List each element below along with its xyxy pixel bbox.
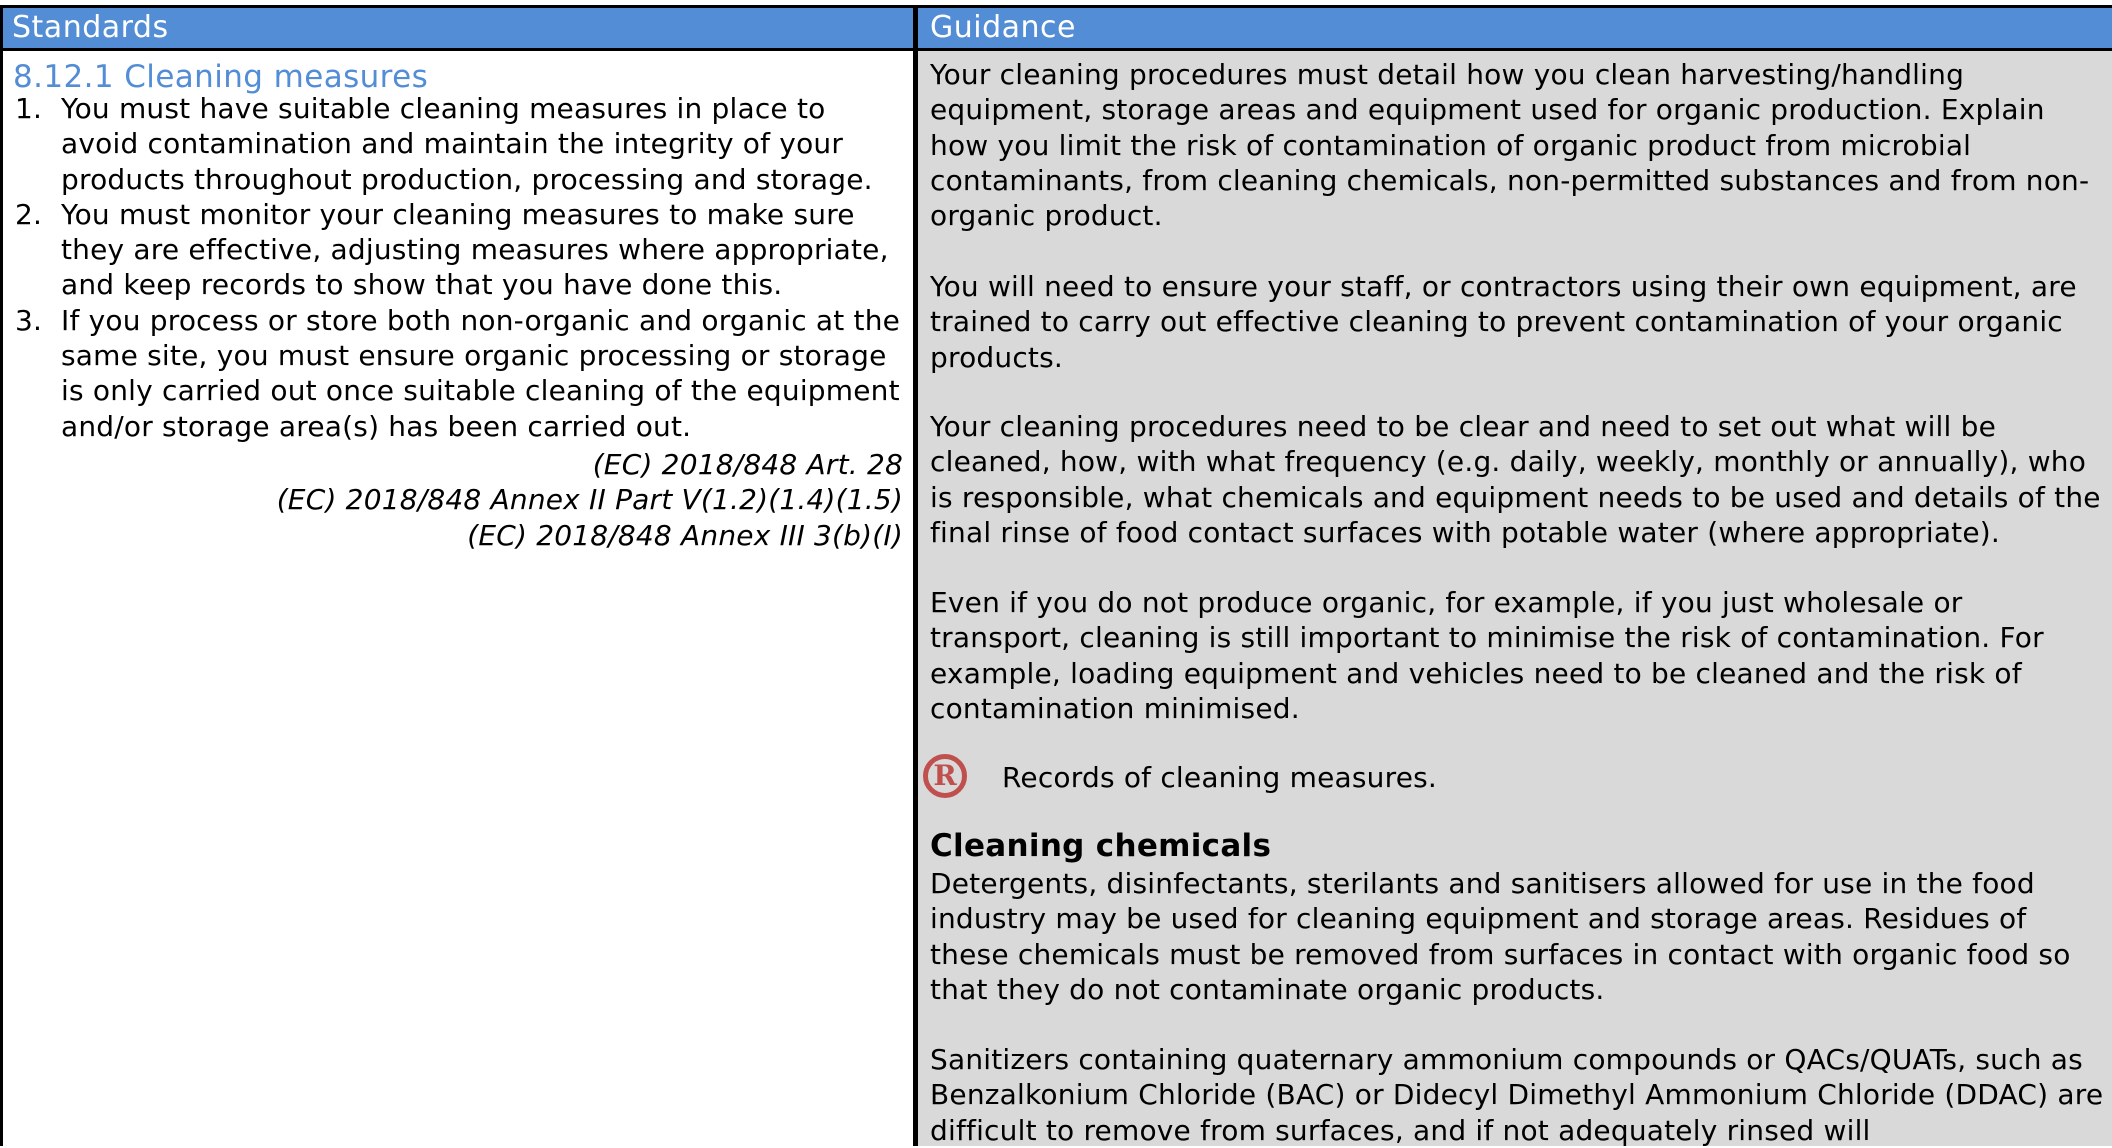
cleaning-chemicals-heading: Cleaning chemicals [930,828,1272,864]
guidance-paragraph: Detergents, disinfectants, sterilants an… [930,867,2071,1006]
list-item: 3. If you process or store both non-orga… [3,303,908,444]
list-item-number: 1. [15,92,43,125]
guidance-column-header: Guidance [930,10,1076,45]
guidance-paragraph: Your cleaning procedures must detail how… [930,58,2090,233]
list-item-text: You must have suitable cleaning measures… [61,92,873,196]
record-text: Records of cleaning measures. [1002,761,1438,794]
column-divider [913,8,918,1146]
reference-text: (EC) 2018/848 Art. 28 [592,448,903,481]
list-item-number: 3. [15,303,43,337]
guidance-paragraph: Sanitizers containing quaternary ammoniu… [930,1043,2104,1147]
table-header-row: Standards Guidance [0,8,2112,51]
standards-column-header: Standards [12,10,169,45]
guidance-paragraph: Your cleaning procedures need to be clea… [930,410,2101,549]
list-item: 2. You must monitor your cleaning measur… [3,197,908,303]
record-icon: R [923,754,967,798]
reference-text: (EC) 2018/848 Annex III 3(b)(I) [467,518,903,552]
guidance-column: Your cleaning procedures must detail how… [918,51,2112,1147]
reference-text: (EC) 2018/848 Annex II Part V(1.2)(1.4)(… [276,483,903,517]
guidance-paragraph: Even if you do not produce organic, for … [930,586,2044,725]
list-item-text: If you process or store both non-organic… [61,303,901,443]
table-left-border [0,8,3,1146]
list-item: 1. You must have suitable cleaning measu… [3,91,908,197]
legislation-references: (EC) 2018/848 Art. 28 (EC) 2018/848 Anne… [277,447,903,553]
list-item-text: You must monitor your cleaning measures … [61,197,889,302]
standards-column: 8.12.1 Cleaning measures 1. You must hav… [3,51,913,1146]
standards-guidance-table: Standards Guidance 8.12.1 Cleaning measu… [0,5,2112,1147]
standards-list: 1. You must have suitable cleaning measu… [3,91,908,444]
list-item-number: 2. [15,197,43,231]
guidance-paragraph: You will need to ensure your staff, or c… [930,270,2077,374]
